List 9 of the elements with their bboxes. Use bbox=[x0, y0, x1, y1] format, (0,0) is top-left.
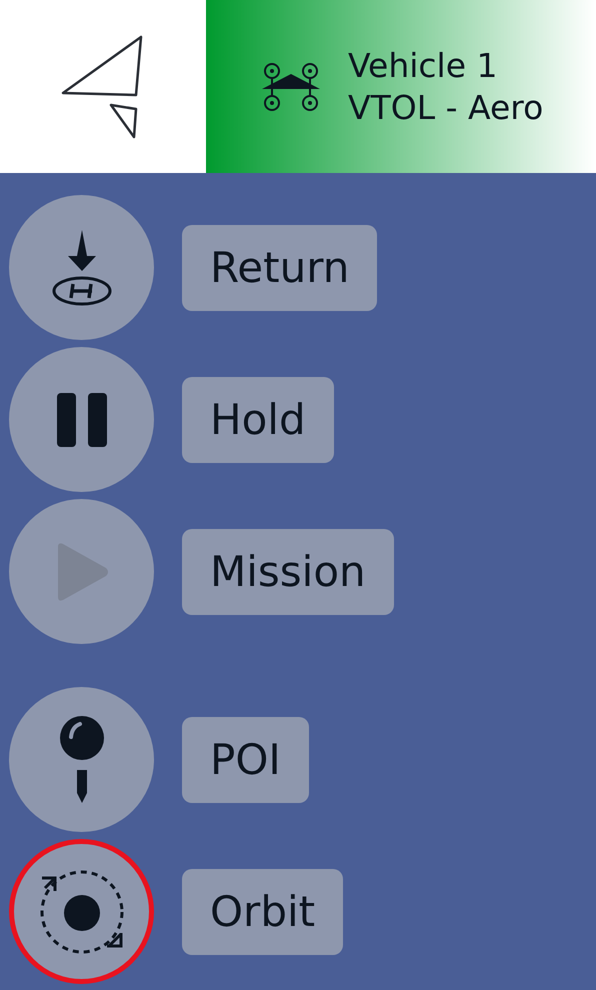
action-label-button[interactable]: Orbit bbox=[182, 868, 344, 954]
vehicle-panel[interactable]: Vehicle 1 VTOL - Aero bbox=[206, 0, 596, 173]
paper-plane-icon[interactable] bbox=[61, 34, 145, 138]
vehicle-name: Vehicle 1 bbox=[348, 44, 498, 86]
action-label-button[interactable]: Return bbox=[182, 224, 378, 310]
action-label-button[interactable]: Hold bbox=[182, 376, 334, 462]
vehicle-type: VTOL - Aero bbox=[348, 86, 544, 128]
action-label-button[interactable]: POI bbox=[182, 716, 309, 802]
vtol-drone-icon bbox=[262, 62, 320, 110]
